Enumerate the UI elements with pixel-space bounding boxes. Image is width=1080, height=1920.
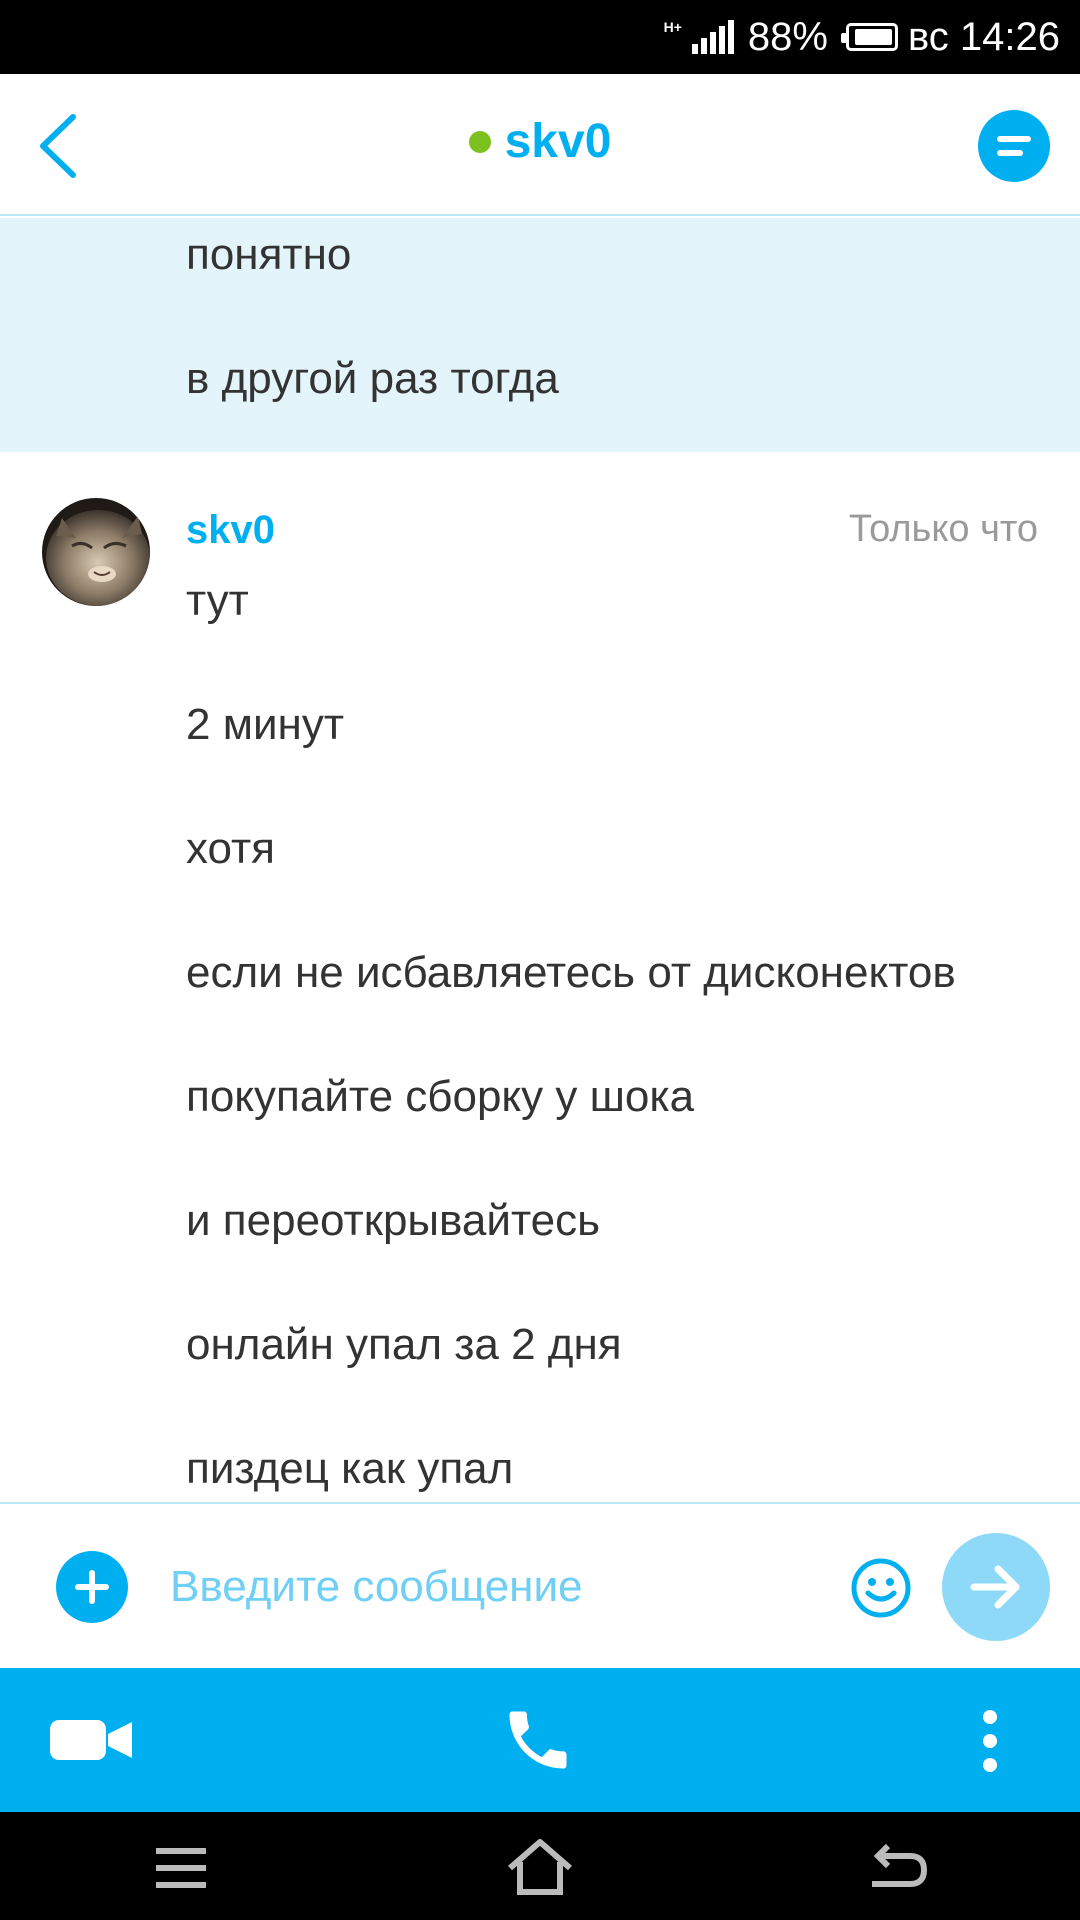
voice-call-button[interactable] [500,1702,576,1783]
message-text: и переоткрывайтесь [186,1196,601,1245]
battery-icon [840,23,898,51]
avatar[interactable] [42,498,150,606]
status-time: вс 14:26 [907,14,1060,59]
message-timestamp: Только что [848,508,1038,550]
menu-icon [156,1848,206,1888]
signal-icon [691,20,734,54]
message-text: 2 минут [186,700,344,749]
system-nav-bar [0,1812,1080,1920]
chat-info-icon [997,136,1031,142]
menu-button[interactable] [156,1846,206,1895]
message-composer [0,1502,1080,1668]
call-toolbar [0,1668,1080,1812]
message-group: skv0 Только что тут 2 минут хотя если не… [0,218,1080,1493]
chat-header: skv0 [0,74,1080,216]
back-arrow-icon [872,1843,928,1887]
message-text: покупайте сборку у шока [186,1072,695,1121]
status-bar: H+ 88% вс 14:26 [0,0,1080,74]
battery-percent: 88% [747,14,828,59]
send-button[interactable] [942,1533,1050,1641]
home-icon [508,1839,572,1895]
message-list[interactable]: понятно в другой раз тогда skv0 Только ч… [0,218,1080,1502]
sender-name[interactable]: skv0 [186,508,275,553]
more-vertical-icon [983,1710,997,1772]
cat-avatar-image [42,498,150,606]
chat-info-button[interactable] [978,110,1050,182]
add-content-button[interactable] [56,1551,128,1623]
phone-icon [509,1711,567,1769]
smiley-icon [851,1558,911,1618]
contact-name: skv0 [504,115,612,168]
more-options-button[interactable] [976,1708,1004,1779]
network-type-label: H+ [663,19,682,35]
message-text: если не исбавляетесь от дисконектов [186,948,956,997]
arrow-right-icon [970,1565,1020,1609]
contact-title[interactable]: skv0 [0,114,1080,169]
message-text: хотя [186,824,275,873]
video-camera-icon [50,1720,132,1760]
home-button[interactable] [506,1838,574,1901]
emoji-button[interactable] [850,1557,912,1619]
online-status-dot [468,130,491,153]
message-text: онлайн упал за 2 дня [186,1320,622,1369]
system-back-button[interactable] [866,1842,930,1897]
message-input[interactable] [170,1544,810,1630]
plus-icon [75,1570,109,1604]
video-call-button[interactable] [48,1716,134,1769]
message-text: тут [186,576,249,625]
status-icons: H+ 88% вс 14:26 [664,0,1060,74]
message-text: пиздец как упал [186,1444,514,1493]
